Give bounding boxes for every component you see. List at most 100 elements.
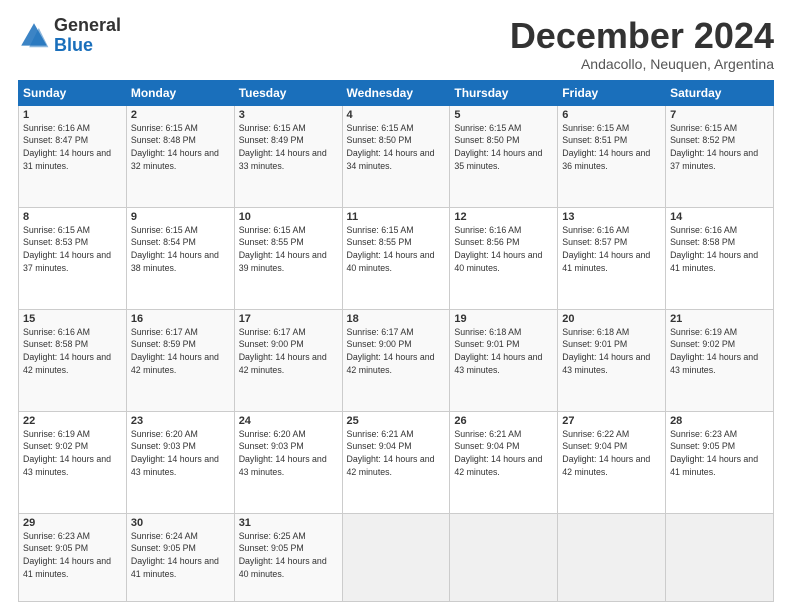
day-number: 2 (131, 109, 230, 121)
calendar-cell: 5 Sunrise: 6:15 AMSunset: 8:50 PMDayligh… (450, 105, 558, 207)
day-info: Sunrise: 6:18 AMSunset: 9:01 PMDaylight:… (562, 327, 650, 375)
day-info: Sunrise: 6:16 AMSunset: 8:56 PMDaylight:… (454, 225, 542, 273)
day-info: Sunrise: 6:16 AMSunset: 8:57 PMDaylight:… (562, 225, 650, 273)
calendar-cell: 28 Sunrise: 6:23 AMSunset: 9:05 PMDaylig… (666, 411, 774, 513)
day-info: Sunrise: 6:21 AMSunset: 9:04 PMDaylight:… (454, 429, 542, 477)
day-number: 8 (23, 211, 122, 223)
calendar-cell: 27 Sunrise: 6:22 AMSunset: 9:04 PMDaylig… (558, 411, 666, 513)
day-number: 14 (670, 211, 769, 223)
logo-blue: Blue (54, 36, 121, 56)
day-number: 11 (347, 211, 446, 223)
day-info: Sunrise: 6:16 AMSunset: 8:47 PMDaylight:… (23, 123, 111, 171)
header: General Blue December 2024 Andacollo, Ne… (18, 16, 774, 72)
day-info: Sunrise: 6:17 AMSunset: 9:00 PMDaylight:… (239, 327, 327, 375)
calendar-week-row: 29 Sunrise: 6:23 AMSunset: 9:05 PMDaylig… (19, 513, 774, 601)
calendar-header-row: SundayMondayTuesdayWednesdayThursdayFrid… (19, 80, 774, 105)
logo: General Blue (18, 16, 121, 56)
day-info: Sunrise: 6:16 AMSunset: 8:58 PMDaylight:… (670, 225, 758, 273)
calendar-cell: 12 Sunrise: 6:16 AMSunset: 8:56 PMDaylig… (450, 207, 558, 309)
day-number: 18 (347, 313, 446, 325)
calendar-cell: 18 Sunrise: 6:17 AMSunset: 9:00 PMDaylig… (342, 309, 450, 411)
calendar-cell: 6 Sunrise: 6:15 AMSunset: 8:51 PMDayligh… (558, 105, 666, 207)
day-info: Sunrise: 6:15 AMSunset: 8:54 PMDaylight:… (131, 225, 219, 273)
page: General Blue December 2024 Andacollo, Ne… (0, 0, 792, 612)
day-number: 9 (131, 211, 230, 223)
calendar-cell: 9 Sunrise: 6:15 AMSunset: 8:54 PMDayligh… (126, 207, 234, 309)
day-number: 26 (454, 415, 553, 427)
logo-text: General Blue (54, 16, 121, 56)
calendar-cell: 2 Sunrise: 6:15 AMSunset: 8:48 PMDayligh… (126, 105, 234, 207)
day-number: 20 (562, 313, 661, 325)
day-number: 17 (239, 313, 338, 325)
day-info: Sunrise: 6:17 AMSunset: 9:00 PMDaylight:… (347, 327, 435, 375)
day-number: 16 (131, 313, 230, 325)
day-number: 31 (239, 517, 338, 529)
day-number: 30 (131, 517, 230, 529)
day-info: Sunrise: 6:15 AMSunset: 8:51 PMDaylight:… (562, 123, 650, 171)
day-info: Sunrise: 6:17 AMSunset: 8:59 PMDaylight:… (131, 327, 219, 375)
calendar-cell: 17 Sunrise: 6:17 AMSunset: 9:00 PMDaylig… (234, 309, 342, 411)
day-info: Sunrise: 6:20 AMSunset: 9:03 PMDaylight:… (239, 429, 327, 477)
day-info: Sunrise: 6:15 AMSunset: 8:55 PMDaylight:… (239, 225, 327, 273)
day-info: Sunrise: 6:18 AMSunset: 9:01 PMDaylight:… (454, 327, 542, 375)
calendar-week-row: 1 Sunrise: 6:16 AMSunset: 8:47 PMDayligh… (19, 105, 774, 207)
day-number: 23 (131, 415, 230, 427)
day-number: 28 (670, 415, 769, 427)
day-info: Sunrise: 6:24 AMSunset: 9:05 PMDaylight:… (131, 531, 219, 579)
day-number: 7 (670, 109, 769, 121)
day-info: Sunrise: 6:23 AMSunset: 9:05 PMDaylight:… (23, 531, 111, 579)
day-info: Sunrise: 6:20 AMSunset: 9:03 PMDaylight:… (131, 429, 219, 477)
day-number: 6 (562, 109, 661, 121)
day-number: 5 (454, 109, 553, 121)
day-number: 12 (454, 211, 553, 223)
day-number: 25 (347, 415, 446, 427)
weekday-header: Monday (126, 80, 234, 105)
logo-general: General (54, 16, 121, 36)
day-info: Sunrise: 6:15 AMSunset: 8:50 PMDaylight:… (347, 123, 435, 171)
calendar-cell: 3 Sunrise: 6:15 AMSunset: 8:49 PMDayligh… (234, 105, 342, 207)
calendar-cell: 1 Sunrise: 6:16 AMSunset: 8:47 PMDayligh… (19, 105, 127, 207)
calendar-cell (342, 513, 450, 601)
day-info: Sunrise: 6:15 AMSunset: 8:55 PMDaylight:… (347, 225, 435, 273)
calendar-cell: 26 Sunrise: 6:21 AMSunset: 9:04 PMDaylig… (450, 411, 558, 513)
weekday-header: Saturday (666, 80, 774, 105)
day-number: 22 (23, 415, 122, 427)
calendar-cell: 4 Sunrise: 6:15 AMSunset: 8:50 PMDayligh… (342, 105, 450, 207)
logo-icon (18, 20, 50, 52)
day-number: 1 (23, 109, 122, 121)
day-number: 10 (239, 211, 338, 223)
day-info: Sunrise: 6:22 AMSunset: 9:04 PMDaylight:… (562, 429, 650, 477)
weekday-header: Thursday (450, 80, 558, 105)
calendar-cell: 15 Sunrise: 6:16 AMSunset: 8:58 PMDaylig… (19, 309, 127, 411)
calendar-cell: 16 Sunrise: 6:17 AMSunset: 8:59 PMDaylig… (126, 309, 234, 411)
weekday-header: Friday (558, 80, 666, 105)
day-number: 15 (23, 313, 122, 325)
subtitle: Andacollo, Neuquen, Argentina (510, 56, 774, 72)
calendar-table: SundayMondayTuesdayWednesdayThursdayFrid… (18, 80, 774, 602)
day-number: 3 (239, 109, 338, 121)
calendar-cell: 7 Sunrise: 6:15 AMSunset: 8:52 PMDayligh… (666, 105, 774, 207)
calendar-cell: 24 Sunrise: 6:20 AMSunset: 9:03 PMDaylig… (234, 411, 342, 513)
calendar-week-row: 8 Sunrise: 6:15 AMSunset: 8:53 PMDayligh… (19, 207, 774, 309)
month-title: December 2024 (510, 16, 774, 56)
day-info: Sunrise: 6:15 AMSunset: 8:49 PMDaylight:… (239, 123, 327, 171)
title-block: December 2024 Andacollo, Neuquen, Argent… (510, 16, 774, 72)
weekday-header: Tuesday (234, 80, 342, 105)
day-info: Sunrise: 6:15 AMSunset: 8:52 PMDaylight:… (670, 123, 758, 171)
day-info: Sunrise: 6:19 AMSunset: 9:02 PMDaylight:… (670, 327, 758, 375)
day-info: Sunrise: 6:25 AMSunset: 9:05 PMDaylight:… (239, 531, 327, 579)
calendar-cell: 8 Sunrise: 6:15 AMSunset: 8:53 PMDayligh… (19, 207, 127, 309)
day-number: 24 (239, 415, 338, 427)
day-number: 19 (454, 313, 553, 325)
day-info: Sunrise: 6:15 AMSunset: 8:53 PMDaylight:… (23, 225, 111, 273)
calendar-cell: 29 Sunrise: 6:23 AMSunset: 9:05 PMDaylig… (19, 513, 127, 601)
day-info: Sunrise: 6:16 AMSunset: 8:58 PMDaylight:… (23, 327, 111, 375)
calendar-cell: 19 Sunrise: 6:18 AMSunset: 9:01 PMDaylig… (450, 309, 558, 411)
calendar-cell: 22 Sunrise: 6:19 AMSunset: 9:02 PMDaylig… (19, 411, 127, 513)
day-number: 13 (562, 211, 661, 223)
day-number: 27 (562, 415, 661, 427)
calendar-cell (666, 513, 774, 601)
calendar-cell: 31 Sunrise: 6:25 AMSunset: 9:05 PMDaylig… (234, 513, 342, 601)
calendar-cell (558, 513, 666, 601)
day-info: Sunrise: 6:19 AMSunset: 9:02 PMDaylight:… (23, 429, 111, 477)
